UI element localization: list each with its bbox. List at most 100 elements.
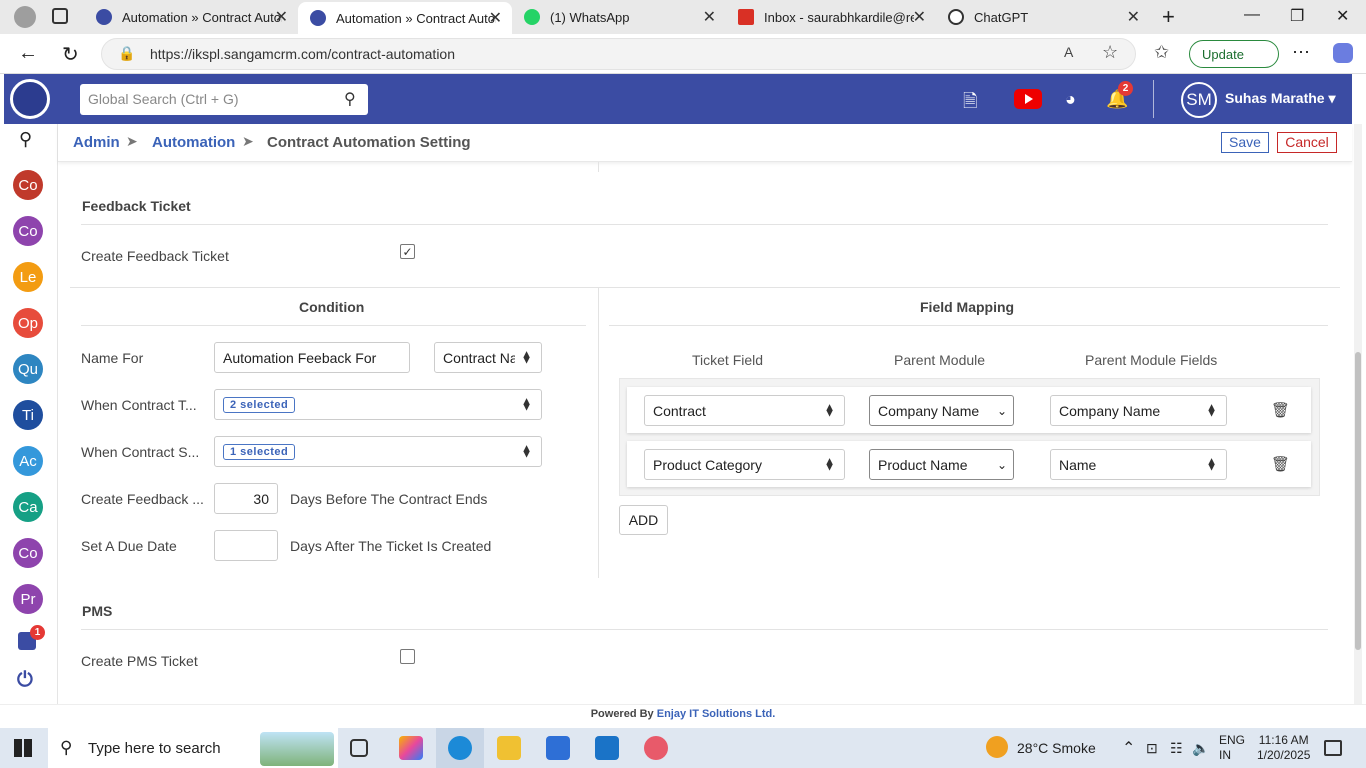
- sidebar-item-leads[interactable]: Le: [13, 262, 43, 292]
- parent-module-select[interactable]: Product Name ⌄: [869, 449, 1014, 480]
- scrollbar-thumb[interactable]: [1355, 352, 1361, 650]
- power-icon[interactable]: ⏻: [17, 669, 33, 692]
- site-info-icon[interactable]: 🔒: [118, 45, 135, 62]
- close-tab-icon[interactable]: ✕: [913, 7, 926, 27]
- sidebar-item-label: Qu: [17, 360, 38, 378]
- weather-text[interactable]: 28°C Smoke: [1017, 740, 1096, 756]
- condition-title: Condition: [299, 299, 365, 315]
- tab-chatgpt[interactable]: ChatGPT ✕: [936, 0, 1150, 34]
- edge-icon[interactable]: [448, 736, 472, 760]
- sidebar-item-tickets[interactable]: Ti: [13, 400, 43, 430]
- add-mapping-button[interactable]: ADD: [619, 505, 668, 535]
- when-contract-type-label: When Contract T...: [81, 397, 197, 413]
- sidebar-item-contacts[interactable]: Co: [13, 216, 43, 246]
- col-parent-module-fields: Parent Module Fields: [1085, 352, 1218, 368]
- task-view-icon[interactable]: [350, 739, 368, 757]
- name-for-input[interactable]: Automation Feeback For: [214, 342, 410, 373]
- favorite-star-icon[interactable]: ☆: [1102, 42, 1118, 63]
- clock[interactable]: 11:16 AM 1/20/2025: [1257, 733, 1310, 763]
- language-indicator[interactable]: ENG IN: [1219, 733, 1245, 763]
- youtube-icon[interactable]: [1014, 89, 1042, 109]
- when-contract-type-multiselect[interactable]: 2 selected ▲ ▼: [214, 389, 542, 420]
- parent-field-select[interactable]: Name ▲ ▼: [1050, 449, 1227, 480]
- when-contract-status-multiselect[interactable]: 1 selected ▲ ▼: [214, 436, 542, 467]
- tab-actions-icon[interactable]: [52, 8, 68, 24]
- close-tab-icon[interactable]: ✕: [703, 7, 716, 27]
- chevron-down-icon: ⌄: [996, 403, 1007, 418]
- sidebar-search-icon[interactable]: ⚲: [19, 129, 32, 150]
- sidebar-item-products[interactable]: Pr: [13, 584, 43, 614]
- footer-company-link[interactable]: Enjay IT Solutions Ltd.: [657, 708, 776, 720]
- volume-icon[interactable]: 🔈: [1192, 740, 1209, 757]
- close-tab-icon[interactable]: ✕: [489, 8, 502, 28]
- favorites-icon[interactable]: ✩: [1154, 42, 1169, 63]
- save-button[interactable]: Save: [1221, 132, 1269, 153]
- read-aloud-icon[interactable]: A: [1064, 44, 1073, 60]
- sidebar-item-companies[interactable]: Co: [13, 538, 43, 568]
- breadcrumb-automation[interactable]: Automation: [152, 134, 235, 151]
- copilot-taskbar-icon[interactable]: [399, 736, 423, 760]
- sidebar-item-accounts[interactable]: Ac: [13, 446, 43, 476]
- wifi-icon[interactable]: ☷: [1170, 740, 1183, 757]
- parent-module-select[interactable]: Company Name ⌄: [869, 395, 1014, 426]
- close-tab-icon[interactable]: ✕: [275, 7, 288, 27]
- ticket-field-select[interactable]: Product Category ▲ ▼: [644, 449, 845, 480]
- name-for-label: Name For: [81, 350, 144, 366]
- name-for-field-select[interactable]: Contract Na ▲ ▼: [434, 342, 542, 373]
- user-avatar[interactable]: SM: [1181, 82, 1217, 118]
- parent-field-value: Company Name: [1059, 402, 1161, 419]
- weather-icon[interactable]: [986, 736, 1008, 758]
- user-menu[interactable]: Suhas Marathe ▾: [1225, 90, 1336, 107]
- copilot-icon[interactable]: [1333, 43, 1353, 63]
- windows-start-icon[interactable]: [14, 739, 32, 757]
- document-search-icon[interactable]: 🗎: [963, 89, 977, 119]
- network-icon[interactable]: ⊡: [1146, 740, 1158, 757]
- create-pms-ticket-checkbox[interactable]: [400, 649, 415, 664]
- delete-row-trash-icon[interactable]: 🗑: [1271, 455, 1290, 473]
- file-explorer-icon[interactable]: [497, 736, 521, 760]
- days-before-input[interactable]: 30: [214, 483, 278, 514]
- show-hidden-icons-icon[interactable]: ⌃: [1122, 738, 1135, 758]
- more-menu-icon[interactable]: ⋯: [1292, 42, 1310, 63]
- sangam-logo-icon[interactable]: [10, 79, 50, 119]
- profile-icon[interactable]: [14, 6, 36, 28]
- sidebar-item-calls[interactable]: Ca: [13, 492, 43, 522]
- update-button[interactable]: Update: [1189, 40, 1279, 68]
- url-field[interactable]: https://ikspl.sangamcrm.com/contract-aut…: [101, 38, 1136, 70]
- back-icon[interactable]: ←: [18, 42, 38, 65]
- store-icon[interactable]: [546, 736, 570, 760]
- tab-gmail[interactable]: Inbox - saurabhkardile@reliance ✕: [726, 0, 936, 34]
- refresh-icon[interactable]: ↻: [62, 42, 79, 67]
- mail-icon[interactable]: [595, 736, 619, 760]
- notification-center-icon[interactable]: [1324, 740, 1342, 756]
- name-for-value: Automation Feeback For: [223, 349, 377, 366]
- close-window-icon[interactable]: ✕: [1336, 6, 1349, 26]
- clock-date: 1/20/2025: [1257, 748, 1311, 762]
- breadcrumb-admin[interactable]: Admin: [73, 134, 120, 151]
- clock-time: 11:16 AM: [1258, 733, 1309, 747]
- sidebar-item-opportunities[interactable]: Op: [13, 308, 43, 338]
- restore-icon[interactable]: ❐: [1290, 6, 1304, 26]
- sort-arrows-icon: ▲ ▼: [824, 454, 835, 474]
- selected-count-chip: 1 selected: [223, 443, 296, 460]
- dashboard-icon[interactable]: ◕: [1065, 89, 1076, 110]
- ticket-field-select[interactable]: Contract ▲ ▼: [644, 395, 845, 426]
- tab-contract-automation-2[interactable]: Automation » Contract Automation ✕: [298, 2, 512, 34]
- notification-badge: 2: [1118, 81, 1133, 96]
- search-icon[interactable]: ⚲: [344, 89, 356, 109]
- sidebar-item-quotes[interactable]: Qu: [13, 354, 43, 384]
- close-tab-icon[interactable]: ✕: [1127, 7, 1140, 27]
- cancel-button[interactable]: Cancel: [1277, 132, 1337, 153]
- minimize-icon[interactable]: —: [1244, 6, 1260, 24]
- delete-row-trash-icon[interactable]: 🗑: [1271, 401, 1290, 419]
- parent-field-select[interactable]: Company Name ▲ ▼: [1050, 395, 1227, 426]
- due-days-input[interactable]: [214, 530, 278, 561]
- new-tab-icon[interactable]: +: [1162, 4, 1175, 30]
- tab-contract-automation-1[interactable]: Automation » Contract Automation ✕: [84, 0, 298, 34]
- sidebar-item-label: Co: [18, 222, 38, 240]
- app-icon[interactable]: [644, 736, 668, 760]
- tab-whatsapp[interactable]: (1) WhatsApp ✕: [512, 0, 726, 34]
- create-feedback-ticket-checkbox[interactable]: ✓: [400, 244, 415, 259]
- sidebar-item-contracts[interactable]: Co: [13, 170, 43, 200]
- global-search-input[interactable]: Global Search (Ctrl + G): [80, 84, 368, 115]
